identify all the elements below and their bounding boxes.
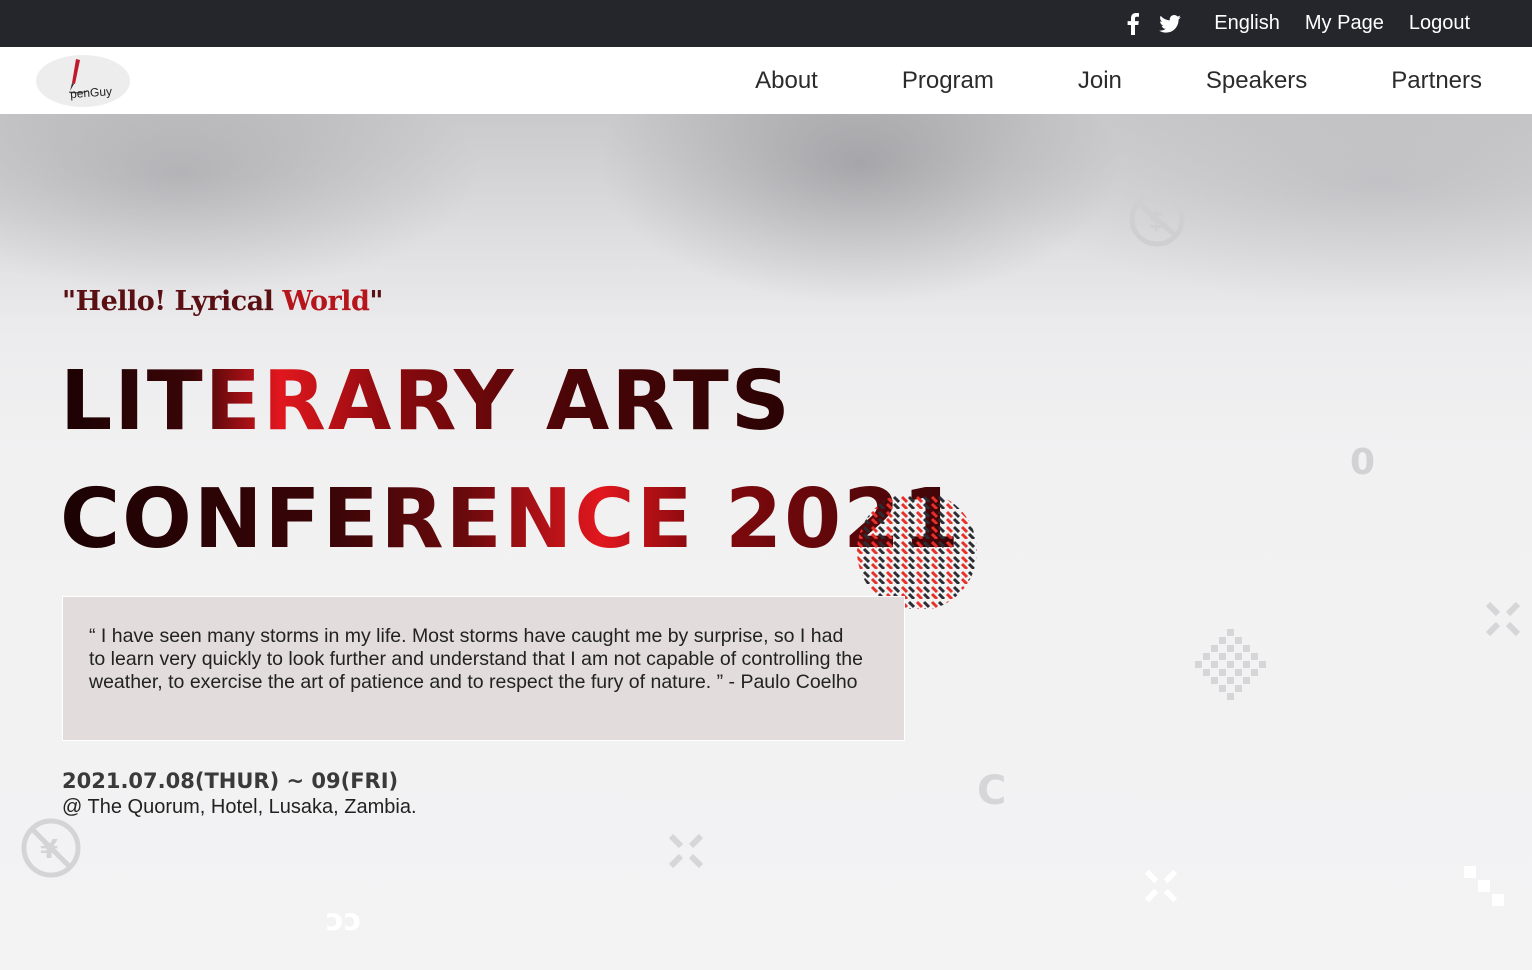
c-glyph-icon: C [977, 768, 1006, 810]
checker-squares-icon [1464, 866, 1504, 906]
zero-glyph-icon: 0 [1350, 442, 1375, 480]
facebook-icon[interactable] [1127, 12, 1140, 35]
tagline-part3: " [369, 286, 383, 317]
social-links [1127, 12, 1182, 35]
primary-nav: About Program Join Speakers Partners [755, 47, 1482, 114]
hero-background-photo [0, 114, 1532, 314]
svg-text:penGuy: penGuy [70, 84, 113, 101]
language-link[interactable]: English [1214, 12, 1280, 35]
logout-link[interactable]: Logout [1409, 12, 1470, 35]
event-date: 2021.07.08(THUR) ~ 09(FRI) [62, 769, 399, 793]
svg-text:0: 0 [1350, 442, 1375, 480]
no-dollar-icon: $ [1129, 191, 1185, 247]
nav-item-join[interactable]: Join [1078, 67, 1122, 95]
cross-arrows-icon [668, 833, 704, 869]
svg-text:C: C [977, 768, 1006, 810]
nav-item-speakers[interactable]: Speakers [1206, 67, 1307, 95]
main-navbar: penGuy About Program Join Speakers Partn… [0, 47, 1532, 114]
svg-text:ɔɔ: ɔɔ [326, 904, 362, 934]
nav-item-partners[interactable]: Partners [1391, 67, 1482, 95]
no-yen-icon: ¥ [21, 818, 81, 878]
tagline-highlight: World [282, 286, 370, 317]
site-logo[interactable]: penGuy [36, 53, 132, 109]
tagline-part1: "Hello! Lyrical [62, 286, 283, 317]
top-links: English My Page Logout [1127, 0, 1470, 47]
dot-pattern-circle-icon [857, 494, 977, 609]
nav-item-about[interactable]: About [755, 67, 818, 95]
cc-glyph-icon: ɔɔ [326, 904, 362, 934]
hero-title-line1: LITERARY ARTS [60, 354, 792, 449]
hero-tagline: "Hello! Lyrical World" [62, 286, 383, 317]
hero-section: $ ¥ 0 C ɔɔ "Hello! Lyrical World" LITERA… [0, 114, 1532, 970]
quote-box: “ I have seen many storms in my life. Mo… [62, 596, 905, 741]
svg-text:$: $ [1148, 206, 1165, 234]
event-venue: @ The Quorum, Hotel, Lusaka, Zambia. [62, 796, 417, 818]
mypage-link[interactable]: My Page [1305, 12, 1384, 35]
top-bar: English My Page Logout [0, 0, 1532, 47]
cross-arrows-icon [1485, 601, 1521, 637]
twitter-icon[interactable] [1159, 14, 1182, 33]
svg-text:¥: ¥ [40, 835, 58, 865]
nav-item-program[interactable]: Program [902, 67, 994, 95]
cross-arrows-icon [1144, 869, 1178, 903]
diamond-dots-icon [1195, 629, 1266, 700]
hero-title-line2: CONFERENCE 2021 [60, 472, 962, 567]
